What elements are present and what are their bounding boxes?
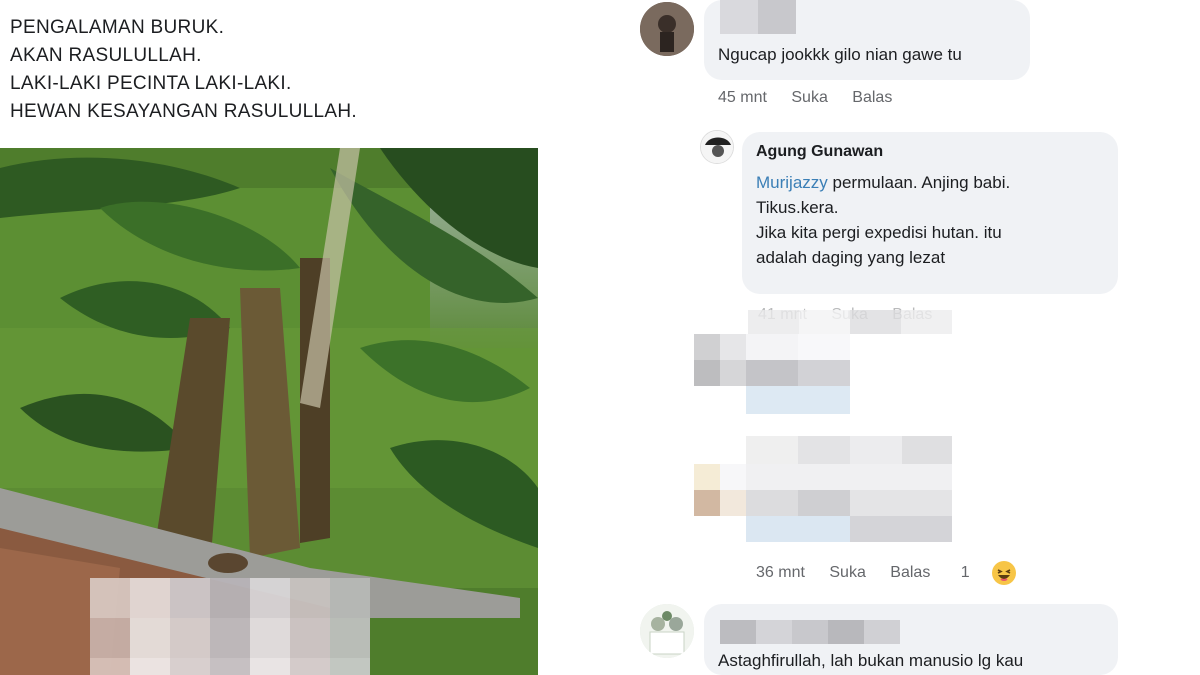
comment-line: Murijazzy permulaan. Anjing babi. <box>756 170 1106 195</box>
like-link[interactable]: Suka <box>829 564 865 581</box>
person-photo-icon <box>640 604 694 658</box>
person-icon <box>701 131 733 163</box>
comment-text: Astaghfirullah, lah bukan manusio lg kau <box>718 651 1024 670</box>
comment-line: adalah daging yang lezat <box>756 248 946 267</box>
comment-actions: 45 mnt Suka Balas <box>718 89 912 107</box>
banana-tree-photo <box>0 148 538 675</box>
post-line: AKAN RASULULLAH. <box>10 45 202 66</box>
mention-link[interactable]: Murijazzy <box>756 173 828 192</box>
comment-author[interactable]: Agung Gunawan <box>756 143 883 161</box>
person-photo-icon <box>640 2 694 56</box>
comment-body: Murijazzy permulaan. Anjing babi. Tikus.… <box>756 170 1106 270</box>
commenter-avatar[interactable] <box>640 604 694 658</box>
blurred-comment <box>694 436 952 542</box>
comment-timestamp: 45 mnt <box>718 89 767 106</box>
commenter-avatar[interactable] <box>640 2 694 56</box>
reply-link[interactable]: Balas <box>890 564 930 581</box>
comment-text: Ngucap jookkk gilo nian gawe tu <box>718 45 962 64</box>
blurred-commenter-name <box>720 620 900 644</box>
comment-line: Tikus.kera. <box>756 198 839 217</box>
comment-actions: 36 mnt Suka Balas 1 <box>756 564 972 582</box>
comment-timestamp: 36 mnt <box>756 564 805 581</box>
post-line: PENGALAMAN BURUK. <box>10 17 225 38</box>
post-text: PENGALAMAN BURUK. AKAN RASULULLAH. LAKI-… <box>10 14 530 126</box>
reaction-count[interactable]: 1 <box>961 564 970 581</box>
comment-line: Jika kita pergi expedisi hutan. itu <box>756 223 1002 242</box>
haha-face-icon <box>997 569 1011 581</box>
commenter-avatar[interactable] <box>700 130 734 164</box>
post-line: HEWAN KESAYANGAN RASULULLAH. <box>10 101 357 122</box>
blurred-region <box>748 310 952 334</box>
haha-emoji-icon[interactable] <box>992 561 1016 585</box>
post-line: LAKI-LAKI PECINTA LAKI-LAKI. <box>10 73 292 94</box>
post-photo[interactable] <box>0 148 538 675</box>
blurred-commenter-name <box>720 0 796 34</box>
like-link[interactable]: Suka <box>791 89 827 106</box>
reply-link[interactable]: Balas <box>852 89 892 106</box>
blurred-comment <box>694 334 850 414</box>
comment-line-text: permulaan. Anjing babi. <box>827 173 1011 192</box>
